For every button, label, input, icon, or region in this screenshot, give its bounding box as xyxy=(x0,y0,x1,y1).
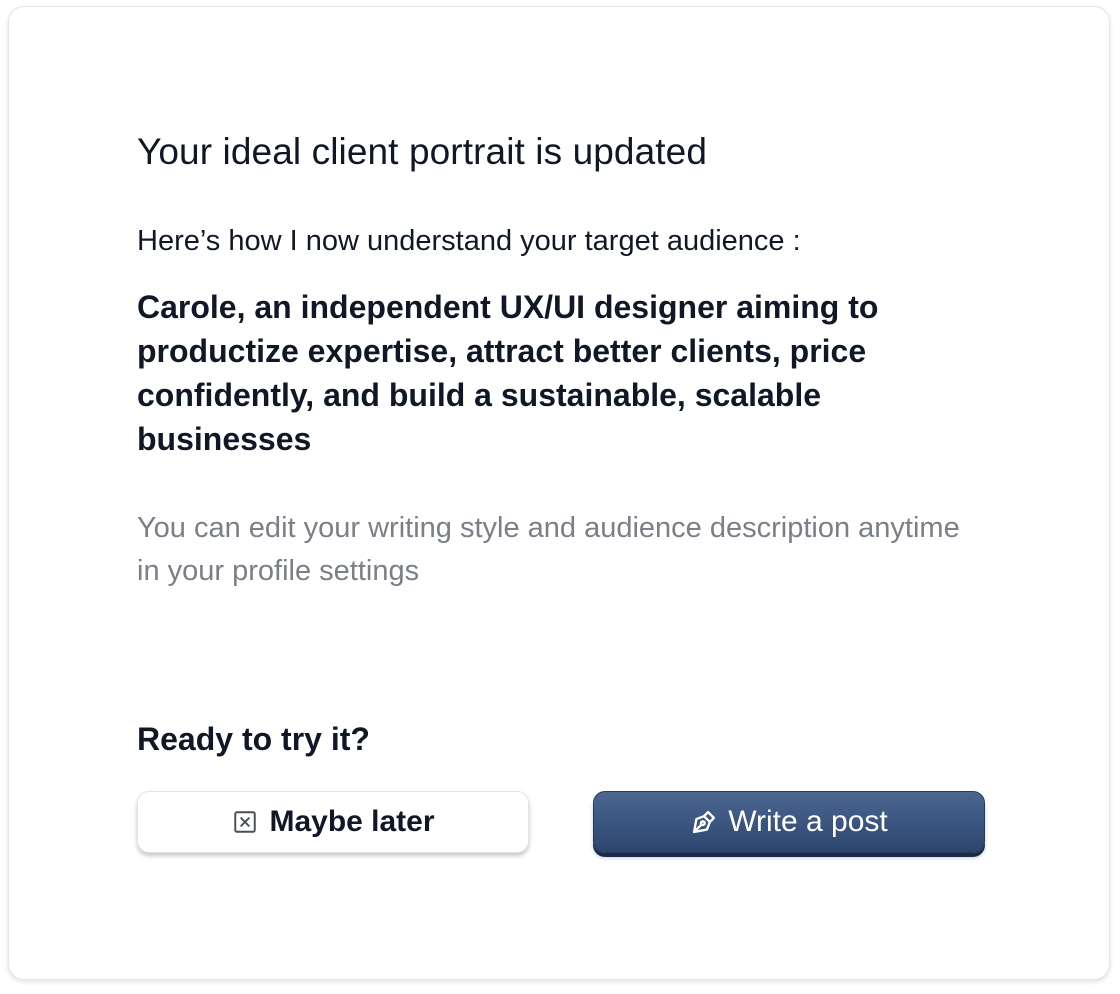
close-square-icon xyxy=(231,808,259,836)
client-portrait-text: Carole, an independent UX/UI designer ai… xyxy=(137,289,879,457)
write-post-label: Write a post xyxy=(728,805,888,838)
dialog-title: Your ideal client portrait is updated xyxy=(137,131,708,172)
maybe-later-button[interactable]: Maybe later xyxy=(137,791,529,853)
audience-intro: Here’s how I now understand your target … xyxy=(137,225,801,257)
dialog-card: Your ideal client portrait is updated He… xyxy=(8,6,1110,980)
write-post-button[interactable]: Write a post xyxy=(593,791,985,853)
maybe-later-label: Maybe later xyxy=(269,805,435,838)
settings-note: You can edit your writing style and audi… xyxy=(137,512,960,587)
cta-question: Ready to try it? xyxy=(137,721,370,757)
pen-tool-icon xyxy=(690,808,718,836)
